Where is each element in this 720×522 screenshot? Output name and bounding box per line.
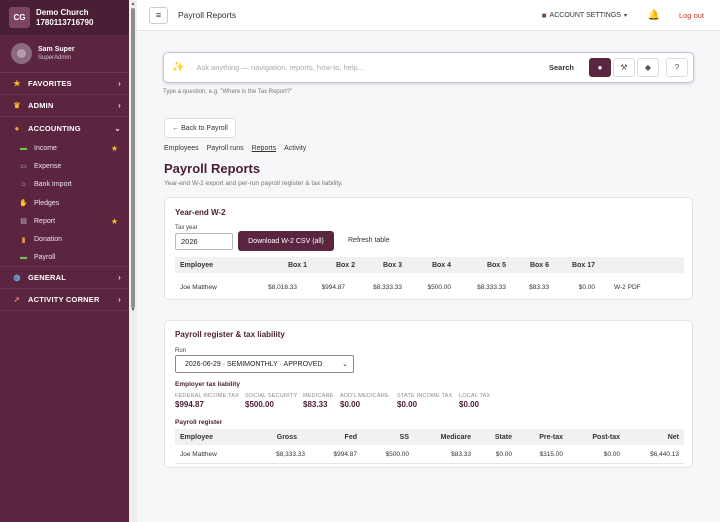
avatar	[11, 43, 32, 64]
run-label: Run	[175, 348, 187, 354]
sparkle-icon: ✨	[172, 62, 185, 73]
sidebar-item-pledges[interactable]: ✋ Pledges	[0, 194, 137, 212]
chevron-down-icon: ⌄	[342, 361, 348, 368]
sidebar-item-expense[interactable]: ▭ Expense	[0, 157, 137, 175]
org-id: 1780113716790	[36, 17, 94, 27]
employer-tax-title: Employer tax liability	[175, 381, 241, 388]
tax-state-income: STATE INCOME TAX $0.00	[397, 393, 453, 409]
header-title: Payroll Reports	[178, 10, 237, 20]
star-icon: ★	[13, 79, 21, 88]
register-card-title: Payroll register & tax liability	[175, 330, 285, 339]
sidebar-item-bank-import[interactable]: ⌂ Bank Import	[0, 176, 137, 194]
search-mode-button[interactable]: ●	[589, 58, 611, 77]
user-role: SuperAdmin	[38, 54, 72, 61]
briefcase-icon: ■	[541, 10, 547, 20]
sidebar-section-general[interactable]: ◍ GENERAL ›	[0, 267, 137, 290]
chevron-right-icon: ›	[118, 273, 121, 283]
org-header[interactable]: CG Demo Church 1780113716790	[0, 0, 137, 35]
chevron-right-icon: ›	[118, 101, 121, 110]
tax-year-label: Tax year	[175, 225, 198, 231]
main-content: ✨ Ask anything — navigation, reports, ho…	[137, 31, 720, 522]
chat-mode-button[interactable]: ◆	[637, 58, 659, 77]
tax-addl-medicare: ADD'L MEDICARE $0.00	[340, 393, 389, 409]
w2-pdf-link[interactable]: W-2 PDF	[614, 279, 641, 295]
favorite-star-icon[interactable]: ★	[111, 144, 118, 153]
search-hint: Type a question, e.g. "Where is the Tax …	[163, 89, 293, 95]
payroll-register-title: Payroll register	[175, 419, 223, 426]
logout-link[interactable]: Log out	[679, 11, 704, 20]
run-select[interactable]: 2026-06-29 · SEMIMONTHLY · APPROVED ⌄	[175, 355, 354, 373]
account-settings-menu[interactable]: ■ ACCOUNT SETTINGS ▾	[542, 11, 627, 20]
page-subtitle: Year-end W-2 export and per-run payroll …	[164, 180, 343, 187]
card-icon: ▭	[20, 163, 27, 171]
sidebar: CG Demo Church 1780113716790 Sam Super S…	[0, 0, 137, 522]
rocket-icon: ➚	[13, 295, 21, 305]
sidebar-scroll-thumb[interactable]	[131, 8, 135, 308]
ai-search-box: ✨ Ask anything — navigation, reports, ho…	[163, 52, 694, 83]
tax-local: LOCAL TAX $0.00	[459, 393, 491, 409]
tab-reports[interactable]: Reports	[252, 145, 277, 152]
globe-icon: ◍	[13, 273, 21, 283]
handshake-icon: ✋	[19, 200, 28, 208]
help-mode-button[interactable]: ?	[666, 58, 688, 77]
refresh-table-button[interactable]: Refresh table	[348, 237, 390, 244]
sidebar-item-payroll[interactable]: ▬ Payroll	[0, 249, 137, 268]
scroll-down-icon[interactable]: ▼	[129, 306, 137, 314]
sidebar-item-donation[interactable]: ▮ Donation	[0, 230, 137, 248]
back-to-payroll-button[interactable]: ← Back to Payroll	[164, 118, 236, 138]
w2-card: Year-end W-2 Tax year 2026 Download W-2 …	[164, 197, 693, 300]
search-button[interactable]: Search	[549, 63, 574, 72]
tax-year-input[interactable]: 2026	[175, 233, 233, 250]
bank-icon: ⌂	[21, 181, 26, 189]
cash-icon: ▬	[20, 144, 27, 152]
page-title: Payroll Reports	[164, 161, 261, 176]
org-badge: CG	[9, 7, 30, 28]
tab-payroll-runs[interactable]: Payroll runs	[207, 145, 244, 152]
search-input[interactable]: Ask anything — navigation, reports, how-…	[196, 63, 549, 72]
register-table-header: Employee Gross Fed SS Medicare State Pre…	[175, 429, 684, 445]
chevron-down-icon: ⌄	[114, 123, 121, 133]
table-row: Joe Matthew $8,018.33 $994.87 $8,333.33 …	[175, 279, 684, 295]
money-bag-icon: ●	[14, 123, 20, 133]
sidebar-item-income[interactable]: ▬ Income ★	[0, 139, 137, 157]
tab-employees[interactable]: Employees	[164, 145, 199, 152]
table-row: Joe Matthew $8,333.33 $994.87 $500.00 $8…	[180, 450, 679, 458]
row-divider	[175, 463, 684, 464]
tax-federal-income: FEDERAL INCOME TAX $994.87	[175, 393, 240, 409]
top-header: ≡ Payroll Reports ■ ACCOUNT SETTINGS ▾ 🔔…	[137, 0, 720, 31]
sidebar-section-accounting[interactable]: ● ACCOUNTING ⌄	[0, 117, 137, 139]
sidebar-section-admin[interactable]: ♛ ADMIN ›	[0, 95, 137, 117]
w2-table-header: Employee Box 1 Box 2 Box 3 Box 4 Box 5 B…	[175, 257, 684, 273]
chevron-right-icon: ›	[118, 295, 121, 305]
donation-icon: ▮	[21, 236, 26, 244]
caret-down-icon: ▾	[623, 12, 627, 19]
favorite-star-icon[interactable]: ★	[111, 217, 118, 226]
tab-activity[interactable]: Activity	[284, 145, 306, 152]
w2-card-title: Year-end W-2	[175, 208, 226, 217]
chevron-right-icon: ›	[118, 79, 121, 88]
report-icon: ▤	[20, 218, 27, 226]
sidebar-section-activity-corner[interactable]: ➚ ACTIVITY CORNER ›	[0, 289, 137, 312]
payroll-subnav: Employees Payroll runs Reports Activity	[164, 145, 314, 152]
payroll-icon: ▬	[20, 253, 27, 261]
bell-icon[interactable]: 🔔	[648, 10, 660, 21]
tax-social-security: SOCIAL SECURITY $500.00	[245, 393, 298, 409]
payroll-register-card: Payroll register & tax liability Run 202…	[164, 320, 693, 468]
sidebar-item-report[interactable]: ▤ Report ★	[0, 212, 137, 230]
scroll-up-icon[interactable]: ▲	[129, 0, 137, 8]
org-name: Demo Church	[36, 7, 89, 17]
tools-mode-button[interactable]: ⚒	[613, 58, 635, 77]
sidebar-section-favorites[interactable]: ★ FAVORITES ›	[0, 73, 137, 95]
crown-icon: ♛	[13, 101, 21, 110]
user-name: Sam Super	[38, 45, 75, 53]
tax-medicare: MEDICARE $83.33	[303, 393, 334, 409]
user-profile[interactable]: Sam Super SuperAdmin	[0, 35, 137, 73]
download-w2-csv-button[interactable]: Download W-2 CSV (all)	[238, 231, 334, 251]
menu-toggle-button[interactable]: ≡	[149, 6, 168, 24]
